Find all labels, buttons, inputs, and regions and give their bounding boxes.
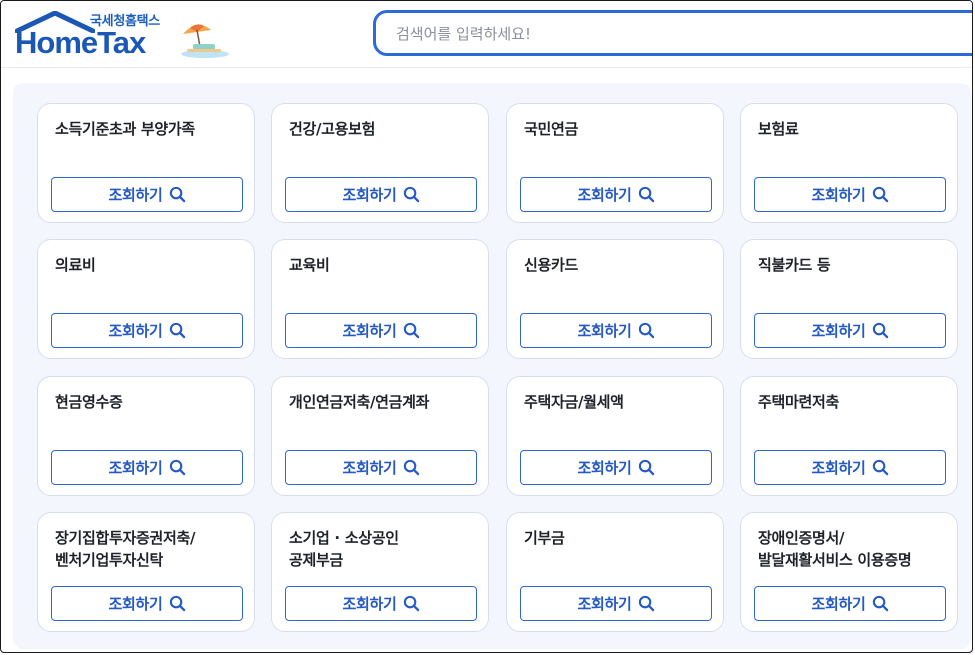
- card-title: 주택마련저축: [758, 393, 840, 411]
- inquiry-button[interactable]: 조회하기: [51, 450, 243, 485]
- inquiry-button-label: 조회하기: [577, 186, 632, 204]
- beach-umbrella-icon: [181, 24, 229, 58]
- search-icon: [403, 322, 419, 339]
- inquiry-button[interactable]: 조회하기: [754, 177, 946, 212]
- deduction-card: 소기업 · 소상공인 공제부금조회하기: [271, 512, 489, 632]
- logo-title: HomeTax: [15, 25, 146, 60]
- deduction-card: 개인연금저축/연금계좌조회하기: [271, 376, 489, 496]
- card-title: 소기업 · 소상공인 공제부금: [289, 529, 399, 569]
- deduction-card: 교육비조회하기: [271, 239, 489, 359]
- inquiry-button[interactable]: 조회하기: [51, 313, 243, 348]
- inquiry-button-label: 조회하기: [811, 595, 866, 613]
- search-icon: [872, 595, 888, 612]
- inquiry-button[interactable]: 조회하기: [51, 177, 243, 212]
- deduction-card: 장기집합투자증권저축/ 벤처기업투자신탁조회하기: [37, 512, 255, 632]
- inquiry-button-label: 조회하기: [108, 322, 163, 340]
- card-title: 주택자금/월세액: [524, 393, 624, 411]
- card-title: 장애인증명서/ 발달재활서비스 이용증명: [758, 529, 912, 569]
- inquiry-button[interactable]: 조회하기: [520, 586, 712, 621]
- inquiry-button[interactable]: 조회하기: [285, 313, 477, 348]
- deduction-card: 주택마련저축조회하기: [740, 376, 958, 496]
- search-icon: [169, 595, 185, 612]
- deduction-card: 건강/고용보험조회하기: [271, 103, 489, 223]
- hometax-logo[interactable]: 국세청홈택스 HomeTax: [15, 9, 235, 61]
- card-title: 신용카드: [524, 256, 579, 274]
- search-icon: [403, 595, 419, 612]
- inquiry-button-label: 조회하기: [108, 595, 163, 613]
- search-icon: [638, 595, 654, 612]
- search-icon: [169, 322, 185, 339]
- search-icon: [872, 186, 888, 203]
- search-icon: [638, 459, 654, 476]
- inquiry-button[interactable]: 조회하기: [520, 177, 712, 212]
- search-icon: [403, 186, 419, 203]
- card-title: 국민연금: [524, 120, 579, 138]
- app-window: 국세청홈택스 HomeTax 소득기준초과 부양가족조회하기건강/고용보험조회하…: [0, 0, 973, 653]
- inquiry-button[interactable]: 조회하기: [520, 313, 712, 348]
- search-icon: [872, 459, 888, 476]
- card-title: 교육비: [289, 256, 330, 274]
- deduction-card: 장애인증명서/ 발달재활서비스 이용증명조회하기: [740, 512, 958, 632]
- inquiry-button-label: 조회하기: [342, 186, 397, 204]
- search-icon: [169, 186, 185, 203]
- card-title: 건강/고용보험: [289, 120, 376, 138]
- deduction-card: 기부금조회하기: [506, 512, 724, 632]
- search-icon: [403, 459, 419, 476]
- inquiry-button-label: 조회하기: [577, 322, 632, 340]
- inquiry-button[interactable]: 조회하기: [754, 586, 946, 621]
- inquiry-button-label: 조회하기: [811, 322, 866, 340]
- deduction-card: 국민연금조회하기: [506, 103, 724, 223]
- card-title: 소득기준초과 부양가족: [55, 120, 195, 138]
- deduction-list-panel: 소득기준초과 부양가족 조회하기 건강/고용보험 조회하기 국민연금 조회하기 보험료 조회하…: [13, 83, 971, 649]
- search-icon: [638, 186, 654, 203]
- deduction-card: 직불카드 등조회하기: [740, 239, 958, 359]
- deduction-card: 보험료조회하기: [740, 103, 958, 223]
- inquiry-button-label: 조회하기: [342, 322, 397, 340]
- search-icon: [169, 459, 185, 476]
- card-title: 직불카드 등: [758, 256, 831, 274]
- inquiry-button[interactable]: 조회하기: [285, 586, 477, 621]
- card-title: 장기집합투자증권저축/ 벤처기업투자신탁: [55, 529, 196, 569]
- deduction-card: 의료비조회하기: [37, 239, 255, 359]
- inquiry-button[interactable]: 조회하기: [51, 586, 243, 621]
- inquiry-button-label: 조회하기: [811, 186, 866, 204]
- inquiry-button-label: 조회하기: [342, 595, 397, 613]
- inquiry-button[interactable]: 조회하기: [285, 177, 477, 212]
- inquiry-button[interactable]: 조회하기: [754, 313, 946, 348]
- search-bar[interactable]: [373, 10, 972, 56]
- card-title: 의료비: [55, 256, 96, 274]
- inquiry-button-label: 조회하기: [108, 459, 163, 477]
- inquiry-button-label: 조회하기: [577, 595, 632, 613]
- inquiry-button-label: 조회하기: [577, 459, 632, 477]
- inquiry-button-label: 조회하기: [811, 459, 866, 477]
- card-title: 개인연금저축/연금계좌: [289, 393, 430, 411]
- deduction-card: 신용카드조회하기: [506, 239, 724, 359]
- search-input[interactable]: [394, 22, 938, 46]
- deduction-card: 현금영수증조회하기: [37, 376, 255, 496]
- inquiry-button-label: 조회하기: [342, 459, 397, 477]
- search-icon: [638, 322, 654, 339]
- inquiry-button[interactable]: 조회하기: [285, 450, 477, 485]
- card-title: 기부금: [524, 529, 565, 547]
- inquiry-button[interactable]: 조회하기: [520, 450, 712, 485]
- deduction-card: 주택자금/월세액조회하기: [506, 376, 724, 496]
- search-icon: [872, 322, 888, 339]
- inquiry-button-label: 조회하기: [108, 186, 163, 204]
- card-title: 보험료: [758, 120, 799, 138]
- card-title: 현금영수증: [55, 393, 123, 411]
- header: 국세청홈택스 HomeTax: [1, 1, 972, 68]
- deduction-card: 소득기준초과 부양가족조회하기: [37, 103, 255, 223]
- inquiry-button[interactable]: 조회하기: [754, 450, 946, 485]
